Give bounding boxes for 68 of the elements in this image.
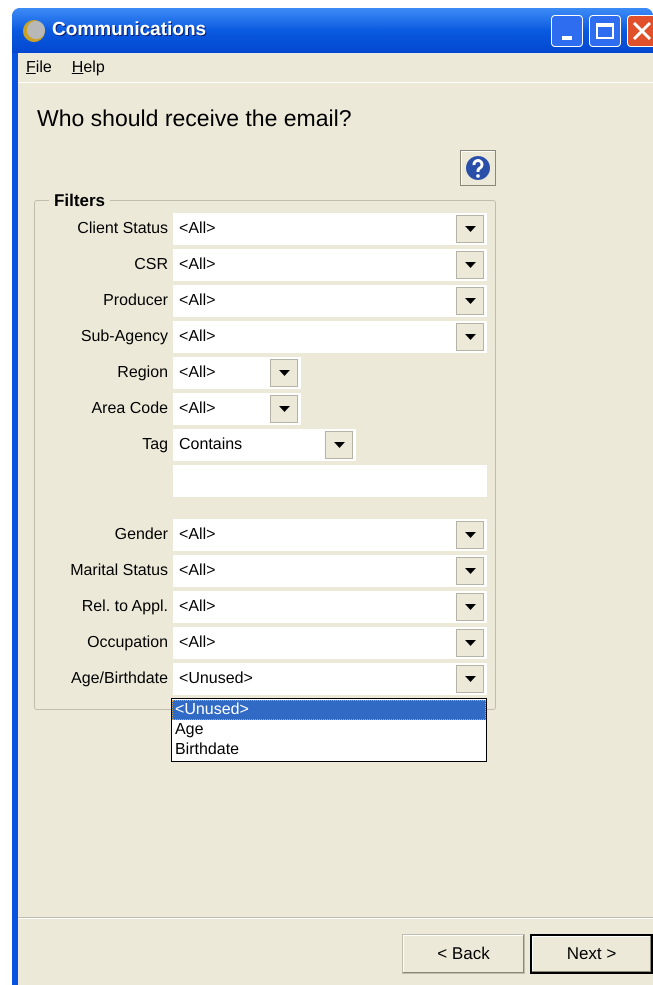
caret-icon [464,262,476,268]
dropdown[interactable]: <All> [173,213,487,245]
dropdown-arrow-button[interactable] [270,359,298,387]
field-label: Tag [141,435,168,455]
caret-icon [464,676,476,682]
field-label: Rel. to Appl. [80,597,168,617]
dropdown-arrow-button[interactable] [456,665,484,693]
dropdown-arrow-button[interactable] [456,521,484,549]
caret-icon [464,334,476,340]
dropdown[interactable]: <All> [173,249,487,281]
dropdown-arrow-button[interactable] [325,431,353,459]
help-button[interactable] [460,150,496,186]
field-label: CSR [133,255,168,275]
dropdown-arrow-button[interactable] [456,215,484,243]
dropdown[interactable]: <Unused> [173,663,487,695]
dropdown[interactable]: <All> [173,285,487,317]
page-heading: Who should receive the email? [37,104,352,133]
window-title: Communications [52,18,206,42]
dropdown[interactable]: <All> [173,555,487,587]
dropdown-arrow-button[interactable] [456,629,484,657]
field-label: Sub-Agency [80,327,168,347]
dropdown-arrow-button[interactable] [456,287,484,315]
field-label: Age/Birthdate [70,669,168,689]
text-field[interactable] [173,465,487,497]
field-label: Gender [114,525,168,545]
app-icon [22,18,46,42]
caret-icon [464,640,476,646]
dropdown-arrow-button[interactable] [270,395,298,423]
caret-icon [278,370,290,376]
field-label: Producer [102,291,168,311]
maximize-icon [596,22,614,38]
dropdown-option[interactable]: Age [172,720,486,740]
dropdown[interactable]: Contains [173,429,356,461]
dropdown[interactable]: <All> [173,357,301,389]
group-title: Filters [53,190,106,212]
dropdown[interactable]: <All> [173,321,487,353]
close-icon [632,22,652,40]
wizard-button[interactable]: Next > [530,934,653,974]
dropdown-option[interactable]: <Unused> [172,700,486,720]
field-label: Region [116,363,168,383]
wizard-button[interactable]: < Back [402,934,525,974]
dropdown-arrow-button[interactable] [456,557,484,585]
field-label: Area Code [90,399,168,419]
field-label: Occupation [86,633,168,653]
dropdown-arrow-button[interactable] [456,251,484,279]
caret-icon [334,442,344,448]
maximize-button[interactable] [589,14,621,46]
dropdown-arrow-button[interactable] [456,323,484,351]
caret-icon [278,406,290,412]
caret-icon [464,532,476,538]
caret-icon [464,298,476,304]
menu-item[interactable]: File [26,56,52,80]
caret-icon [464,604,476,610]
dropdown-option[interactable]: Birthdate [172,740,486,760]
field-label: Client Status [76,219,168,239]
dropdown[interactable]: <All> [173,627,487,659]
help-icon [465,154,491,180]
field-label: Marital Status [69,561,168,581]
dropdown[interactable]: <All> [173,393,301,425]
dropdown[interactable]: <All> [173,591,487,623]
caret-icon [464,226,476,232]
close-button[interactable] [627,14,653,46]
minimize-icon [562,36,572,40]
menu-item[interactable]: Help [72,56,105,80]
dropdown-arrow-button[interactable] [456,593,484,621]
caret-icon [464,568,476,574]
dropdown[interactable]: <All> [173,519,487,551]
minimize-button[interactable] [551,14,583,46]
